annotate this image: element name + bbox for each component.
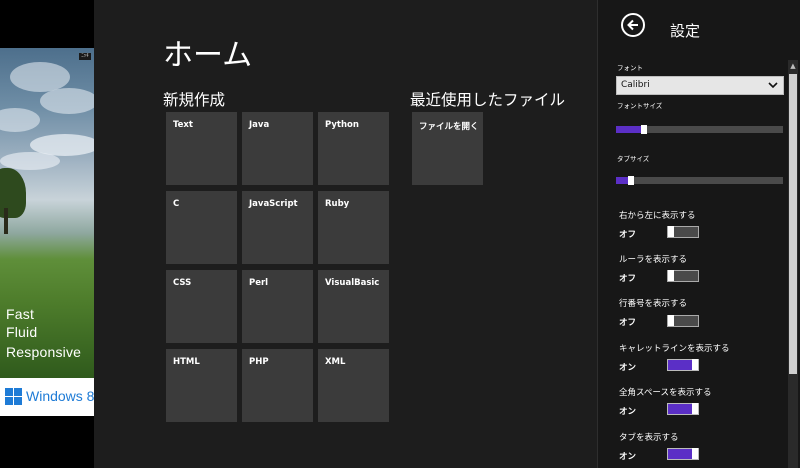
toggle-state: オフ: [619, 318, 637, 328]
windows-branding: Windows 8: [0, 378, 94, 416]
tab-size-slider[interactable]: [616, 176, 783, 185]
settings-pane: 設定 フォント Calibri フォントサイズ タブサイズ 右から左に表示する …: [597, 0, 800, 468]
preview-badge: ﾆｯｷ: [79, 53, 91, 60]
toggle-state: オフ: [619, 274, 637, 284]
recent-section-title: 最近使用したファイル: [410, 91, 566, 109]
new-section-title: 新規作成: [163, 91, 226, 109]
tile-java[interactable]: Java: [242, 112, 313, 185]
toggle-label: キャレットラインを表示する: [619, 344, 730, 354]
tile-visualbasic[interactable]: VisualBasic: [318, 270, 389, 343]
tabs-toggle-switch[interactable]: [667, 448, 699, 460]
tile-label: HTML: [173, 357, 200, 367]
chevron-down-icon: [768, 82, 778, 89]
toggle-label: 全角スペースを表示する: [619, 388, 712, 398]
tile-text[interactable]: Text: [166, 112, 237, 185]
font-size-label: フォントサイズ: [617, 102, 663, 110]
page-title: ホーム: [163, 38, 253, 73]
caret-line-toggle-switch[interactable]: [667, 359, 699, 371]
slider-thumb[interactable]: [628, 176, 634, 185]
toggle-label: タブを表示する: [619, 433, 679, 443]
tile-label: Text: [173, 120, 193, 130]
line-numbers-toggle-switch[interactable]: [667, 315, 699, 327]
tile-label: Java: [249, 120, 270, 130]
font-size-slider[interactable]: [616, 125, 783, 134]
slider-thumb[interactable]: [641, 125, 647, 134]
tile-xml[interactable]: XML: [318, 349, 389, 422]
tile-css[interactable]: CSS: [166, 270, 237, 343]
back-button[interactable]: [621, 13, 645, 37]
back-arrow-icon: [627, 19, 638, 31]
tile-ruby[interactable]: Ruby: [318, 191, 389, 264]
toggle-state: オフ: [619, 230, 637, 240]
tile-label: Ruby: [325, 199, 350, 209]
tagline-responsive: Responsive: [6, 344, 82, 360]
windows-label: Windows 8: [26, 388, 95, 404]
tile-label: ファイルを開く: [419, 122, 479, 132]
ruler-toggle-switch[interactable]: [667, 270, 699, 282]
tile-php[interactable]: PHP: [242, 349, 313, 422]
scrollbar-thumb[interactable]: [789, 74, 797, 374]
toggle-label: 右から左に表示する: [619, 211, 696, 221]
tab-size-label: タブサイズ: [617, 155, 650, 163]
tile-label: JavaScript: [249, 199, 298, 209]
tile-javascript[interactable]: JavaScript: [242, 191, 313, 264]
settings-title: 設定: [670, 22, 701, 40]
tile-label: XML: [325, 357, 346, 367]
scroll-up-arrow-icon[interactable]: ▲: [788, 60, 798, 72]
start-screen-preview: Fast Fluid Responsive ﾆｯｷ Windows 8: [0, 0, 94, 468]
tile-label: Python: [325, 120, 359, 130]
tile-label: PHP: [249, 357, 269, 367]
toggle-state: オン: [619, 363, 637, 373]
wallpaper-image: Fast Fluid Responsive: [0, 48, 94, 378]
tagline-fast: Fast: [6, 306, 35, 322]
tile-label: CSS: [173, 278, 192, 288]
tagline-fluid: Fluid: [6, 324, 38, 340]
windows-logo-icon: [5, 388, 23, 406]
toggle-state: オン: [619, 452, 637, 462]
tile-label: Perl: [249, 278, 269, 288]
rtl-toggle-switch[interactable]: [667, 226, 699, 238]
tile-label: C: [173, 199, 180, 209]
settings-scrollbar[interactable]: ▲: [788, 60, 798, 468]
tile-python[interactable]: Python: [318, 112, 389, 185]
tile-c[interactable]: C: [166, 191, 237, 264]
font-select-value: Calibri: [621, 80, 650, 90]
toggle-label: 行番号を表示する: [619, 299, 688, 309]
slider-fill: [616, 126, 644, 133]
fullwidth-space-toggle-switch[interactable]: [667, 403, 699, 415]
toggle-state: オン: [619, 407, 637, 417]
toggle-label: ルーラを表示する: [619, 255, 688, 265]
font-select[interactable]: Calibri: [616, 76, 784, 95]
tile-html[interactable]: HTML: [166, 349, 237, 422]
open-file-tile[interactable]: ファイルを開く: [412, 112, 483, 185]
font-label: フォント: [617, 64, 643, 72]
tile-label: VisualBasic: [325, 278, 380, 288]
tile-perl[interactable]: Perl: [242, 270, 313, 343]
